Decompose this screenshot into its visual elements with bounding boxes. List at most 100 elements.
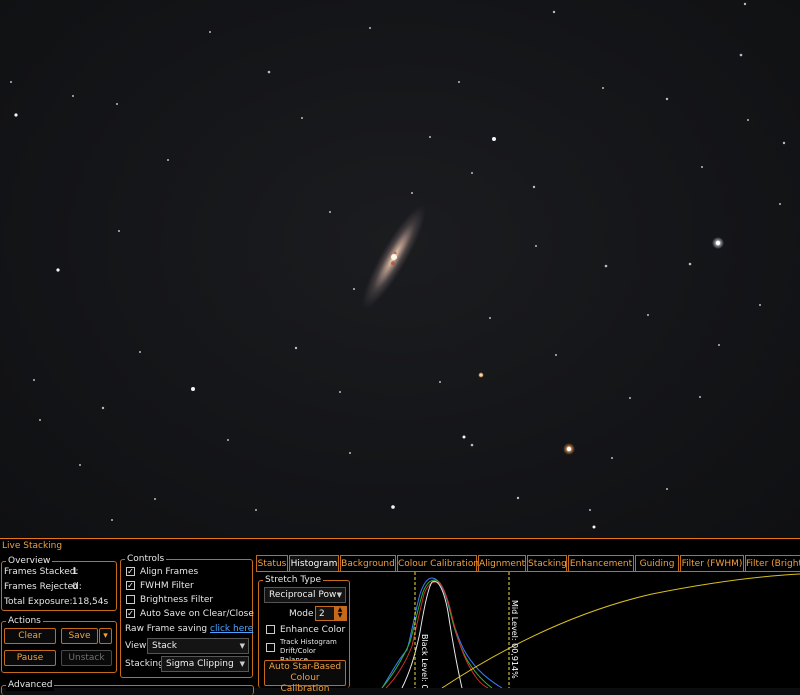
star [552, 10, 556, 14]
mode-spinner[interactable]: 2 ▲ ▼ [315, 606, 347, 621]
blue-channel-curve [381, 577, 503, 689]
histogram-svg: Black Level: 0 Mid Level: 00,914% [381, 572, 800, 690]
frames-stacked-label: Frames Stacked: [4, 567, 79, 577]
star [782, 141, 786, 145]
star [592, 525, 596, 529]
tab-stacking[interactable]: Stacking [527, 555, 567, 571]
stacking-select[interactable]: Sigma Clipping ▼ [161, 656, 249, 672]
star [779, 203, 781, 205]
auto-save-checkbox[interactable]: ✓ [126, 609, 135, 618]
advanced-title: Advanced [6, 679, 55, 691]
stretch-select[interactable]: Reciprocal Pow ▼ [264, 587, 346, 603]
controls-title: Controls [125, 553, 167, 565]
star [10, 81, 12, 83]
chevron-down-icon: ▼ [239, 642, 245, 650]
star [411, 192, 413, 194]
auto-star-calibration-button[interactable]: Auto Star-Based Colour Calibration [264, 660, 346, 694]
mode-value: 2 [319, 609, 325, 619]
save-button[interactable]: Save [61, 628, 98, 644]
raw-frame-saving-text: Raw Frame saving [125, 624, 208, 634]
tab-filter-brightness[interactable]: Filter (Brightness [745, 555, 800, 571]
tab-status[interactable]: Status [256, 555, 288, 571]
star [666, 488, 668, 490]
star [353, 288, 355, 290]
star [101, 406, 105, 410]
histogram-plot[interactable]: Black Level: 0 Mid Level: 00,914% [352, 572, 800, 690]
live-stacking-panel: Live Stacking Overview Frames Stacked: 1… [0, 538, 800, 695]
chevron-down-icon: ▾ [103, 631, 108, 641]
tab-alignment[interactable]: Alignment [478, 555, 526, 571]
star [718, 344, 720, 346]
star [301, 117, 303, 119]
total-exposure-value: 118,54s [72, 597, 109, 607]
black-level-label: Black Level: 0 [420, 634, 429, 688]
clear-button[interactable]: Clear [4, 628, 56, 644]
star [470, 443, 474, 447]
fwhm-filter-label: FWHM Filter [140, 581, 194, 591]
star [629, 397, 631, 399]
bright-star-core [715, 240, 721, 246]
star [759, 304, 761, 306]
star [167, 159, 169, 161]
star [688, 262, 692, 266]
save-dropdown-button[interactable]: ▾ [99, 628, 112, 644]
star [747, 119, 749, 121]
view-label: View [125, 641, 147, 651]
tab-guiding[interactable]: Guiding [635, 555, 679, 571]
frames-stacked-value: 1 [72, 567, 78, 577]
star [349, 452, 351, 454]
green-channel-curve [381, 579, 493, 689]
auto-save-label: Auto Save on Clear/Close [140, 609, 254, 619]
star [516, 496, 520, 500]
align-frames-label: Align Frames [140, 567, 199, 577]
star [139, 351, 141, 353]
stretch-select-value: Reciprocal Pow [269, 590, 337, 600]
enhance-color-checkbox[interactable] [266, 625, 275, 634]
star [39, 419, 41, 421]
star [267, 70, 271, 74]
align-frames-checkbox[interactable]: ✓ [126, 567, 135, 576]
frames-rejected-label: Frames Rejected: [4, 582, 82, 592]
star [79, 464, 81, 466]
tab-histogram[interactable]: Histogram [289, 555, 339, 571]
click-here-link[interactable]: click here [210, 624, 253, 634]
star [532, 185, 536, 189]
brightness-filter-checkbox[interactable] [126, 595, 135, 604]
spinner-arrows-icon[interactable]: ▲ ▼ [334, 607, 346, 620]
star [555, 354, 557, 356]
bright-star-core [566, 446, 572, 452]
star [209, 31, 211, 33]
star [602, 87, 604, 89]
star [294, 346, 298, 350]
fwhm-filter-checkbox[interactable]: ✓ [126, 581, 135, 590]
star [589, 509, 591, 511]
tab-background[interactable]: Background [340, 555, 396, 571]
raw-frame-saving-label: Raw Frame saving click here [125, 623, 253, 635]
star [116, 103, 118, 105]
view-select[interactable]: Stack ▼ [147, 638, 249, 654]
tab-enhancement[interactable]: Enhancement [568, 555, 634, 571]
mode-label: Mode [289, 609, 314, 619]
tab-colour-calibration[interactable]: Colour Calibration [397, 555, 479, 571]
track-histogram-checkbox[interactable] [266, 643, 275, 652]
star [739, 53, 743, 57]
star [611, 457, 613, 459]
star [699, 396, 701, 398]
star [439, 381, 441, 383]
star [391, 505, 395, 509]
star [604, 264, 608, 268]
pause-button[interactable]: Pause [4, 650, 56, 666]
star [647, 314, 649, 316]
star [33, 379, 35, 381]
frames-rejected-value: 0 [72, 582, 78, 592]
total-exposure-label: Total Exposure: [4, 597, 73, 607]
enhance-color-label: Enhance Color [280, 625, 346, 635]
star [535, 245, 537, 247]
star [665, 97, 669, 101]
unstack-button[interactable]: Unstack [61, 650, 112, 666]
red-channel-curve [385, 581, 489, 689]
star [489, 317, 491, 319]
stacked-image-view[interactable] [0, 0, 800, 538]
tab-filter-fwhm[interactable]: Filter (FWHM) [680, 555, 744, 571]
advanced-group: Advanced [1, 679, 254, 695]
